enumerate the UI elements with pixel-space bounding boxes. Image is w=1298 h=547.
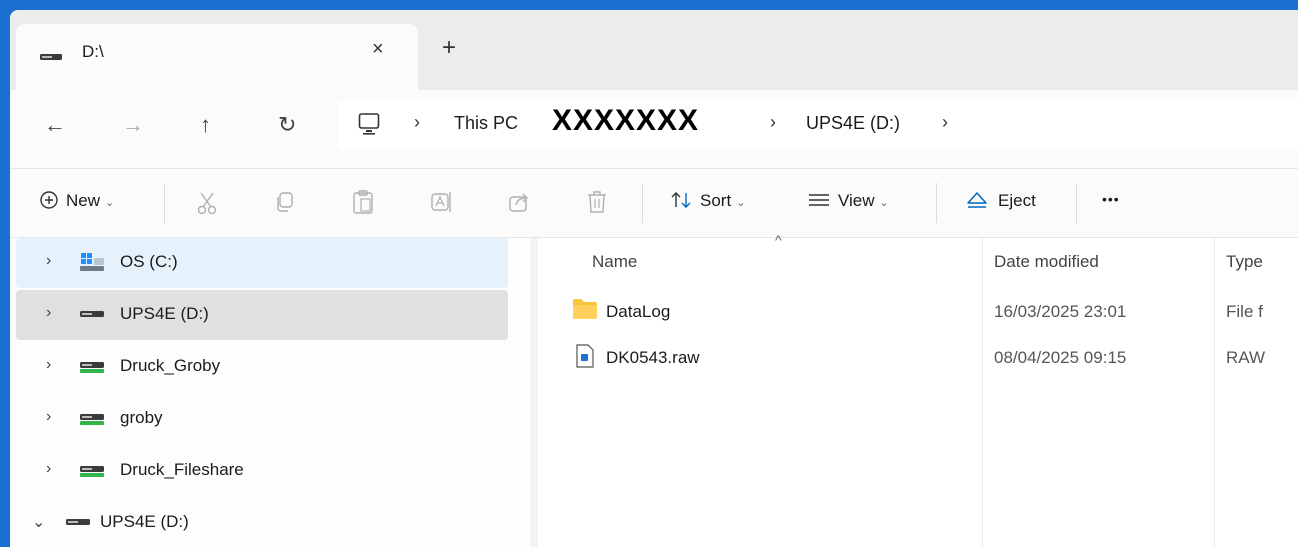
chevron-right-icon[interactable]: › bbox=[46, 252, 51, 270]
drive-icon bbox=[40, 54, 62, 60]
new-tab-icon[interactable]: + bbox=[442, 36, 456, 60]
tree-item-label: Druck_Fileshare bbox=[120, 460, 244, 479]
tree-item-label: Druck_Groby bbox=[120, 356, 221, 375]
file-type: RAW bbox=[1226, 348, 1266, 367]
address-bar[interactable]: › This PC XXXXXXX › UPS4E (D:) › bbox=[338, 100, 1298, 150]
view-button[interactable]: View ⌄ bbox=[808, 191, 889, 211]
sort-icon bbox=[671, 192, 691, 208]
chevron-down-icon: ⌄ bbox=[879, 197, 889, 209]
file-type: File f bbox=[1226, 302, 1263, 321]
tab-strip: D:\ × + bbox=[10, 10, 1298, 90]
tree-item-label: OS (C:) bbox=[120, 252, 178, 271]
file-date-modified: 16/03/2025 23:01 bbox=[994, 302, 1127, 321]
column-header-name[interactable]: Name bbox=[592, 252, 637, 272]
navigation-pane: › OS (C:) › UPS4E (D:) › Druck_Groby › g… bbox=[10, 238, 530, 547]
toolbar-divider bbox=[936, 183, 937, 223]
close-icon[interactable]: × bbox=[372, 38, 384, 61]
tab-title: D:\ bbox=[82, 42, 104, 61]
breadcrumb-redacted[interactable]: XXXXXXX bbox=[552, 104, 699, 138]
toolbar-divider bbox=[642, 183, 643, 223]
file-explorer-window: D:\ × + ← → ↑ ↻ › This PC XXXXXXX › UPS4… bbox=[10, 10, 1298, 547]
view-list-icon bbox=[809, 194, 829, 206]
breadcrumb-chevron-icon[interactable]: › bbox=[942, 112, 948, 133]
share-icon[interactable] bbox=[508, 191, 530, 213]
copy-icon[interactable] bbox=[274, 191, 296, 213]
paste-icon[interactable] bbox=[352, 189, 374, 215]
eject-icon bbox=[967, 192, 987, 208]
file-list: ^ Name Date modified Type DataLog 16/03/… bbox=[538, 232, 1298, 547]
drive-icon bbox=[66, 519, 90, 525]
file-name: DK0543.raw bbox=[606, 348, 700, 367]
toolbar-divider bbox=[164, 183, 165, 223]
tree-item-groby[interactable]: › groby bbox=[16, 394, 508, 444]
drive-icon bbox=[80, 311, 104, 317]
eject-label: Eject bbox=[998, 191, 1036, 210]
navigation-bar: ← → ↑ ↻ › This PC XXXXXXX › UPS4E (D:) › bbox=[10, 90, 1298, 169]
sort-label: Sort bbox=[700, 191, 732, 210]
eject-button[interactable]: Eject bbox=[966, 191, 1036, 211]
chevron-right-icon[interactable]: › bbox=[46, 356, 51, 374]
tree-item-label: UPS4E (D:) bbox=[100, 512, 189, 531]
column-divider[interactable] bbox=[982, 238, 983, 547]
breadcrumb-chevron-icon[interactable]: › bbox=[770, 112, 776, 133]
breadcrumb-this-pc[interactable]: This PC bbox=[454, 113, 518, 134]
back-arrow-icon[interactable]: ← bbox=[44, 112, 66, 138]
file-icon bbox=[576, 344, 594, 368]
chevron-down-icon[interactable]: ⌄ bbox=[32, 512, 45, 532]
refresh-icon[interactable]: ↻ bbox=[278, 112, 296, 138]
monitor-icon bbox=[358, 113, 380, 135]
column-header-date-modified[interactable]: Date modified bbox=[994, 252, 1099, 272]
add-circle-icon bbox=[40, 191, 58, 209]
sort-button[interactable]: Sort ⌄ bbox=[670, 191, 745, 211]
command-bar: New ⌄ Sort ⌄ View ⌄ Eject ••• bbox=[10, 169, 1298, 238]
tree-item-label: UPS4E (D:) bbox=[120, 304, 209, 323]
chevron-right-icon[interactable]: › bbox=[46, 304, 51, 322]
chevron-down-icon: ⌄ bbox=[736, 197, 746, 209]
tree-item-druck-fileshare[interactable]: › Druck_Fileshare bbox=[16, 446, 508, 496]
folder-icon bbox=[573, 299, 597, 319]
tree-item-ups4e-d[interactable]: › UPS4E (D:) bbox=[16, 290, 508, 340]
network-drive-icon bbox=[80, 414, 104, 425]
tree-item-druck-groby[interactable]: › Druck_Groby bbox=[16, 342, 508, 392]
column-header-type[interactable]: Type bbox=[1226, 252, 1263, 272]
chevron-right-icon[interactable]: › bbox=[46, 408, 51, 426]
forward-arrow-icon[interactable]: → bbox=[122, 112, 144, 138]
rename-icon[interactable] bbox=[430, 191, 454, 213]
up-arrow-icon[interactable]: ↑ bbox=[200, 112, 211, 138]
toolbar-divider bbox=[1076, 183, 1077, 223]
delete-icon[interactable] bbox=[586, 189, 608, 215]
file-date-modified: 08/04/2025 09:15 bbox=[994, 348, 1127, 367]
cut-icon[interactable] bbox=[196, 191, 218, 215]
chevron-down-icon: ⌄ bbox=[105, 197, 115, 209]
column-divider[interactable] bbox=[1214, 238, 1215, 547]
tree-item-ups4e-d-expanded[interactable]: ⌄ UPS4E (D:) bbox=[10, 498, 494, 547]
new-label: New bbox=[66, 191, 101, 210]
chevron-right-icon[interactable]: › bbox=[46, 460, 51, 478]
tab-drive-d[interactable]: D:\ × bbox=[16, 24, 418, 90]
tree-item-os-c[interactable]: › OS (C:) bbox=[16, 238, 508, 288]
windows-drive-icon bbox=[80, 253, 104, 271]
breadcrumb-drive[interactable]: UPS4E (D:) bbox=[806, 113, 900, 134]
breadcrumb-chevron-icon[interactable]: › bbox=[414, 112, 420, 133]
network-drive-icon bbox=[80, 362, 104, 373]
file-name: DataLog bbox=[606, 302, 671, 321]
tree-item-label: groby bbox=[120, 408, 163, 427]
more-options-icon[interactable]: ••• bbox=[1102, 191, 1120, 207]
new-button[interactable]: New ⌄ bbox=[40, 191, 114, 211]
view-label: View bbox=[838, 191, 875, 210]
sort-ascending-icon[interactable]: ^ bbox=[775, 232, 782, 248]
network-drive-icon bbox=[80, 466, 104, 477]
